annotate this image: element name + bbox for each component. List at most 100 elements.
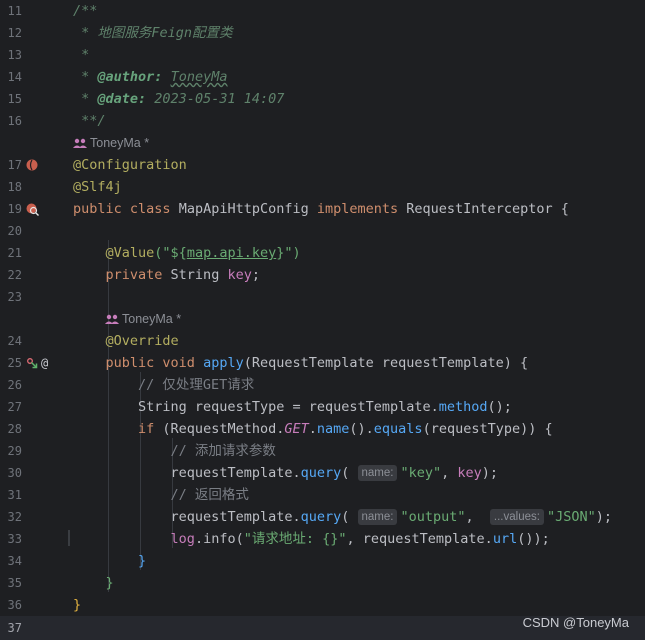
doc-date-value: 2023-05-31 14:07 xyxy=(146,91,285,107)
code-text: ( xyxy=(341,509,350,525)
type-name: String xyxy=(162,267,228,283)
code-line[interactable]: 14 * @author: ToneyMa xyxy=(0,66,645,88)
line-number: 14 xyxy=(7,70,22,84)
annotation: @Value xyxy=(105,245,155,261)
string: ("${ xyxy=(154,245,187,261)
code-line[interactable]: 25 @ public void apply(RequestTemplate r… xyxy=(0,352,645,374)
author-inlay[interactable]: ToneyMa * xyxy=(105,308,181,330)
people-icon xyxy=(73,138,87,148)
bean-icon[interactable] xyxy=(26,159,38,171)
at-sign-icon[interactable]: @ xyxy=(41,352,48,374)
method-call: name xyxy=(316,421,350,437)
bean-search-icon[interactable] xyxy=(26,203,39,216)
code-text: ); xyxy=(595,509,612,525)
doc-author-value: ToneyMa xyxy=(170,69,228,85)
people-icon xyxy=(105,314,119,324)
code-text: , xyxy=(441,465,458,481)
property-key[interactable]: map.api.key xyxy=(187,245,276,261)
code-line[interactable]: 15 * @date: 2023-05-31 14:07 xyxy=(0,88,645,110)
param-hint: name: xyxy=(357,465,398,481)
method-name: apply xyxy=(203,355,244,371)
doc-comment: * xyxy=(73,69,98,85)
interface-name: RequestInterceptor { xyxy=(398,201,569,217)
line-number: 31 xyxy=(7,488,22,502)
code-line[interactable]: 35 } xyxy=(0,572,645,594)
annotation: @Configuration xyxy=(73,157,187,173)
keyword: public xyxy=(105,355,155,371)
line-number: 25 xyxy=(7,356,22,370)
code-line[interactable]: 26 // 仅处理GET请求 xyxy=(0,374,645,396)
comment: // 添加请求参数 xyxy=(170,443,276,459)
code-line[interactable]: 28 if (RequestMethod.GET.name().equals(r… xyxy=(0,418,645,440)
author-inlay-row: ToneyMa * xyxy=(0,308,645,330)
code-line[interactable]: 17 @Configuration xyxy=(0,154,645,176)
code-text: requestTemplate. xyxy=(170,465,301,481)
keyword: class xyxy=(129,201,171,217)
line-number: 19 xyxy=(7,202,22,216)
keyword: void xyxy=(154,355,204,371)
code-line[interactable]: 21 @Value("${map.api.key}") xyxy=(0,242,645,264)
string: "JSON" xyxy=(546,509,596,525)
code-line[interactable]: 36 } xyxy=(0,594,645,616)
code-line[interactable]: 27 String requestType = requestTemplate.… xyxy=(0,396,645,418)
line-number: 17 xyxy=(7,158,22,172)
implemented-method-icon[interactable] xyxy=(26,357,38,369)
line-number: 37 xyxy=(7,621,22,635)
code-text: (requestType)) { xyxy=(422,421,553,437)
keyword: if xyxy=(138,421,155,437)
line-number: 11 xyxy=(7,4,22,18)
line-number: 13 xyxy=(7,48,22,62)
code-line[interactable]: 22 private String key; xyxy=(0,264,645,286)
code-text: .info( xyxy=(194,531,244,547)
keyword: implements xyxy=(316,201,399,217)
code-text: , xyxy=(465,509,482,525)
code-line[interactable]: 34 } xyxy=(0,550,645,572)
code-text: (RequestMethod. xyxy=(154,421,285,437)
author-inlay[interactable]: ToneyMa * xyxy=(73,132,149,154)
doc-comment: **/ xyxy=(73,113,106,129)
line-number: 24 xyxy=(7,334,22,348)
doc-comment: * xyxy=(73,91,98,107)
doc-comment: * xyxy=(73,47,90,63)
method-params: (RequestTemplate requestTemplate) { xyxy=(243,355,529,371)
author-inlay-text: ToneyMa * xyxy=(90,136,150,150)
doc-comment: /** xyxy=(73,3,98,19)
param-hint: ...values: xyxy=(489,509,544,525)
code-line[interactable]: 32 requestTemplate.query( name: "output",… xyxy=(0,506,645,528)
code-line[interactable]: 11 /** xyxy=(0,0,645,22)
code-line[interactable]: 12 * 地图服务Feign配置类 xyxy=(0,22,645,44)
line-number: 15 xyxy=(7,92,22,106)
code-line[interactable]: 13 * xyxy=(0,44,645,66)
method-call: query xyxy=(300,465,342,481)
line-number: 20 xyxy=(7,224,22,238)
code-text: String requestType = requestTemplate. xyxy=(138,399,439,415)
code-line[interactable]: 31 // 返回格式 xyxy=(0,484,645,506)
code-line[interactable]: 16 **/ xyxy=(0,110,645,132)
annotation: @Slf4j xyxy=(73,179,122,195)
code-line[interactable]: 19 public class MapApiHttpConfig impleme… xyxy=(0,198,645,220)
code-line[interactable]: 20 xyxy=(0,220,645,242)
line-number: 36 xyxy=(7,598,22,612)
code-text: (); xyxy=(487,399,512,415)
line-number: 27 xyxy=(7,400,22,414)
code-text: ); xyxy=(481,465,499,481)
code-line[interactable]: 24 @Override xyxy=(0,330,645,352)
comment: // 仅处理GET请求 xyxy=(138,377,255,393)
code-line[interactable]: 29 // 添加请求参数 xyxy=(0,440,645,462)
static-field: GET xyxy=(284,421,309,437)
code-line[interactable]: 33 log.info("请求地址: {}", requestTemplate.… xyxy=(0,528,645,550)
line-number: 32 xyxy=(7,510,22,524)
code-editor[interactable]: 11 /** 12 * 地图服务Feign配置类 13 * 14 * @auth… xyxy=(0,0,645,640)
code-line[interactable]: 30 requestTemplate.query( name: "key", ke… xyxy=(0,462,645,484)
string: "key" xyxy=(400,465,442,481)
brace: } xyxy=(73,597,82,613)
annotation: @Override xyxy=(105,333,179,349)
code-line[interactable]: 23 xyxy=(0,286,645,308)
method-call: url xyxy=(492,531,518,547)
code-text: ()); xyxy=(517,531,550,547)
line-number: 33 xyxy=(7,532,22,546)
code-line[interactable]: 18 @Slf4j xyxy=(0,176,645,198)
line-number: 28 xyxy=(7,422,22,436)
method-call: query xyxy=(300,509,342,525)
code-text: (). xyxy=(349,421,374,437)
